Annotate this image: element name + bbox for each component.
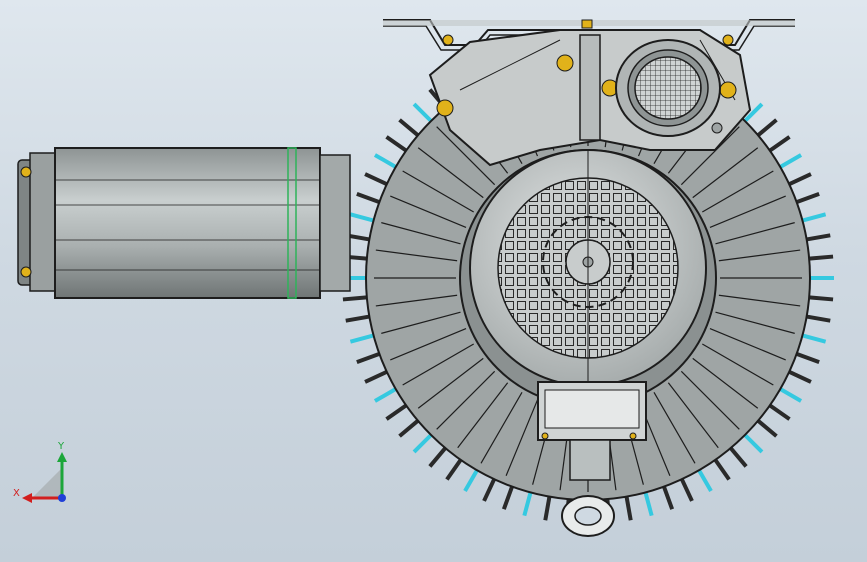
fin — [756, 419, 778, 438]
motor-bolt-top — [20, 166, 32, 178]
fin — [808, 295, 834, 302]
fin — [385, 403, 408, 421]
fin — [501, 485, 514, 510]
fan-cover[interactable] — [469, 149, 707, 387]
fin — [806, 314, 831, 323]
fin — [768, 403, 791, 421]
x-axis-label: X — [13, 488, 20, 499]
motor[interactable] — [17, 147, 351, 299]
fin — [412, 102, 433, 123]
bracket-bolt-left — [442, 34, 454, 46]
fin — [788, 172, 812, 186]
fin — [729, 446, 748, 468]
inlet-mesh — [634, 56, 702, 120]
fin — [356, 352, 381, 365]
fin — [779, 153, 803, 169]
fin — [743, 433, 764, 454]
fin — [795, 191, 820, 204]
fin — [349, 212, 375, 223]
fin — [756, 118, 778, 137]
lifting-eye[interactable] — [561, 495, 615, 537]
fin — [808, 254, 834, 261]
fin — [522, 491, 533, 517]
fin — [543, 496, 552, 521]
fin — [713, 458, 731, 481]
fin — [364, 172, 388, 186]
fin — [482, 478, 496, 502]
z-axis-dot — [58, 494, 66, 502]
blower-model[interactable] — [0, 0, 867, 562]
fin — [779, 387, 803, 403]
fin — [624, 496, 633, 521]
fin — [697, 469, 713, 493]
coordinate-triad: Y X — [13, 441, 67, 503]
fin — [412, 433, 433, 454]
fin — [428, 446, 447, 468]
fin — [398, 118, 420, 137]
fin — [801, 212, 827, 223]
fin — [373, 153, 397, 169]
fin — [662, 485, 675, 510]
fin — [788, 370, 812, 384]
fin — [445, 458, 463, 481]
fin — [349, 333, 375, 344]
fin — [768, 135, 791, 153]
fin — [385, 135, 408, 153]
fin — [643, 491, 654, 517]
bracket-center-bolt — [581, 19, 593, 29]
fin — [373, 387, 397, 403]
fin — [364, 370, 388, 384]
bracket-bolt-right — [722, 34, 734, 46]
fin — [345, 314, 370, 323]
fin — [795, 352, 820, 365]
fin — [356, 191, 381, 204]
motor-bolt-bottom — [20, 266, 32, 278]
fin — [342, 295, 368, 302]
fin — [463, 469, 479, 493]
fin — [680, 478, 694, 502]
y-axis-label: Y — [57, 441, 65, 452]
inlet-port[interactable] — [615, 39, 721, 137]
fin — [398, 419, 420, 438]
fin — [806, 233, 831, 242]
fin — [801, 333, 827, 344]
cad-viewport[interactable]: Y X — [0, 0, 867, 562]
